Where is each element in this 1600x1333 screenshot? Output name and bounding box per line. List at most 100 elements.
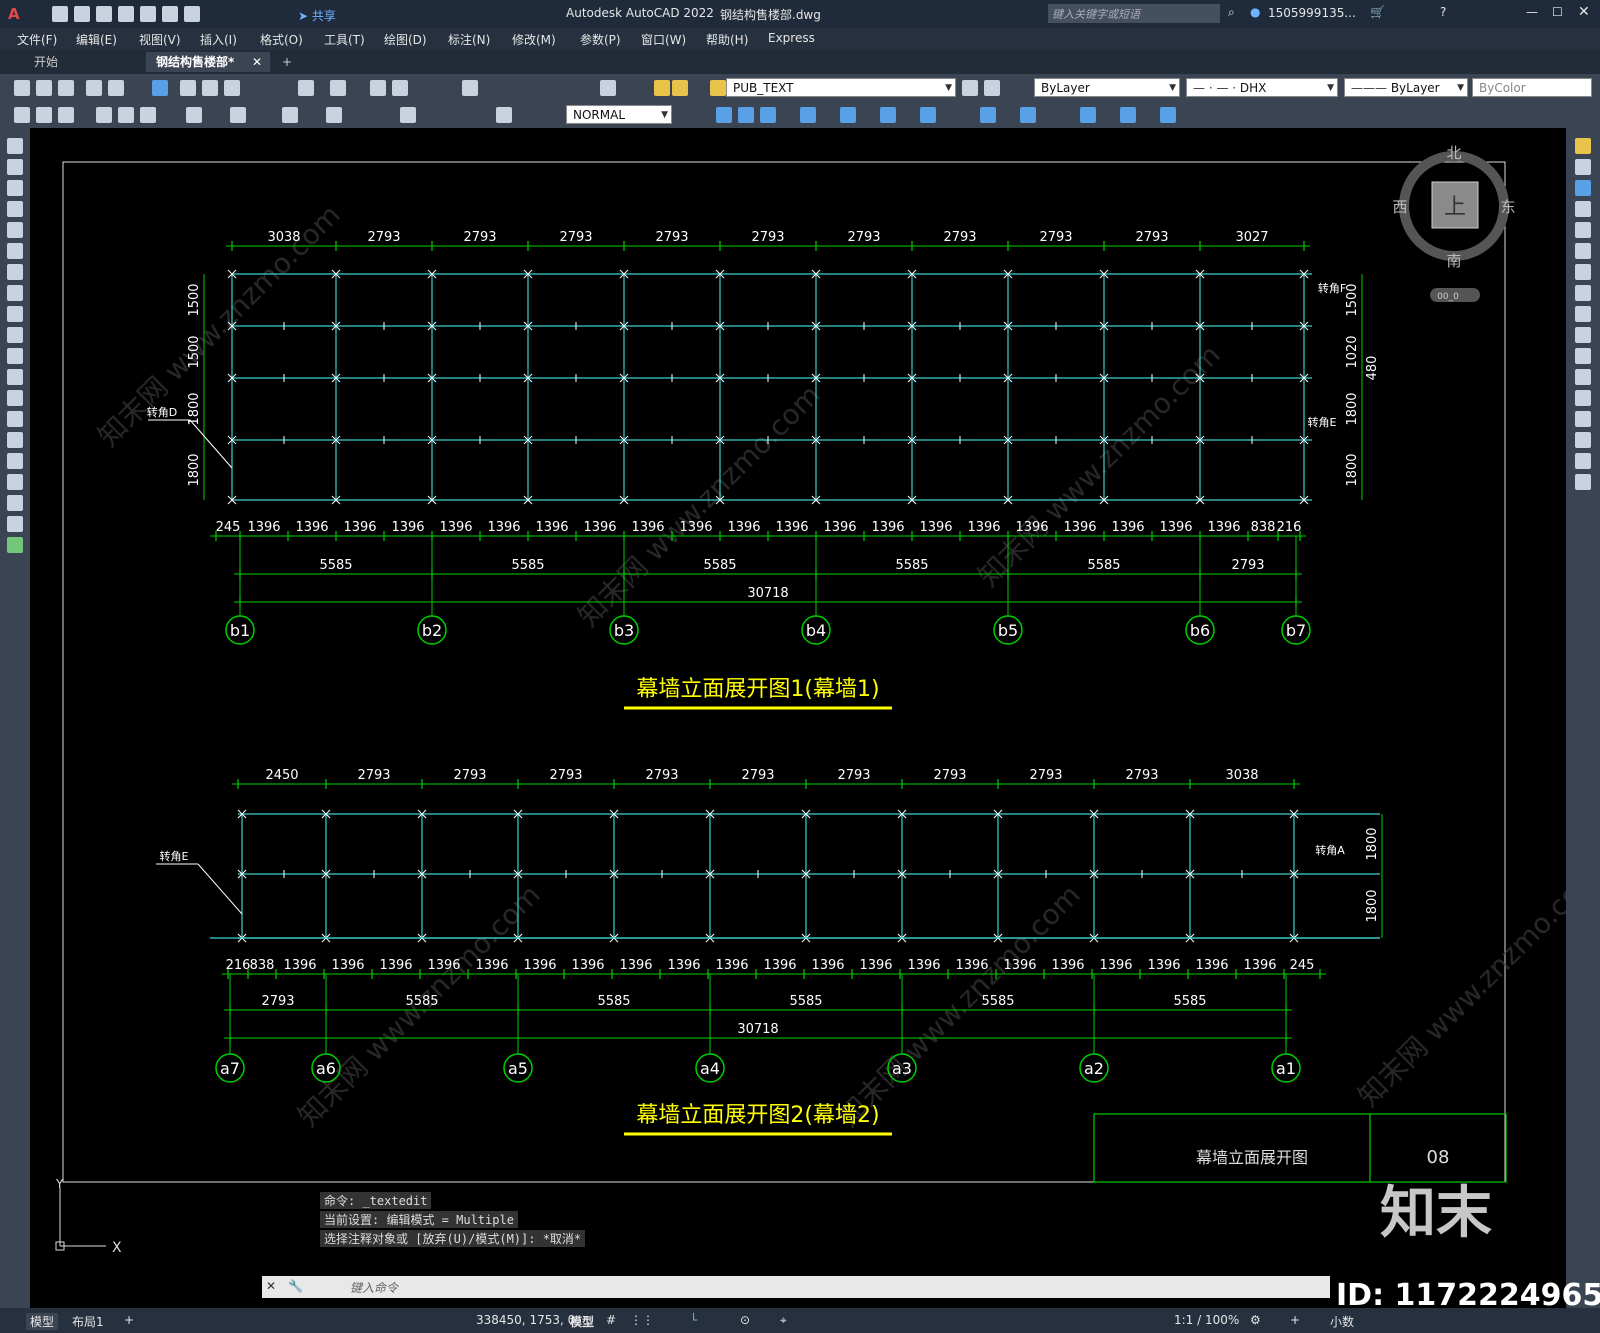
copy-object-icon[interactable] (1575, 159, 1591, 175)
plot-icon[interactable] (86, 80, 102, 96)
cut-icon[interactable] (180, 80, 196, 96)
menu-tools[interactable]: 工具(T) (324, 31, 365, 48)
preview-icon[interactable] (108, 80, 124, 96)
dim-center-icon[interactable] (230, 107, 246, 123)
make-block-icon[interactable] (7, 390, 23, 406)
osnap-icon[interactable]: ⌖ (780, 1313, 787, 1328)
break-icon[interactable] (1575, 369, 1591, 385)
viewcube-west[interactable]: 西 (1392, 198, 1407, 216)
help-toolbar-icon[interactable] (600, 80, 616, 96)
redo-toolbar-icon[interactable] (330, 80, 346, 96)
mtext-icon[interactable] (7, 516, 23, 532)
menu-parametric[interactable]: 参数(P) (580, 31, 621, 48)
close-icon[interactable]: ✕ (1578, 4, 1590, 20)
autocad-logo-icon[interactable]: A (8, 5, 20, 23)
tab-active-drawing[interactable]: 钢结构售楼部* ✕ (146, 52, 270, 72)
dim-baseline-icon[interactable] (282, 107, 298, 123)
dim-edit-icon[interactable] (496, 107, 512, 123)
spline-icon[interactable] (7, 306, 23, 322)
union-icon[interactable] (1020, 107, 1036, 123)
dim-continue-icon[interactable] (326, 107, 342, 123)
trim-icon[interactable] (1575, 327, 1591, 343)
units-display[interactable]: 小数 (1330, 1313, 1354, 1330)
extend-icon[interactable] (1575, 348, 1591, 364)
fillet-icon[interactable] (1575, 432, 1591, 448)
color-select[interactable]: ByLayer ▼ (1034, 78, 1180, 97)
redo-icon[interactable] (184, 6, 200, 22)
lineweight-select[interactable]: ——— ByLayer ▼ (1344, 78, 1468, 97)
dim-angular-icon[interactable] (186, 107, 202, 123)
ellipse-arc-icon[interactable] (7, 348, 23, 364)
construction-line-icon[interactable] (7, 159, 23, 175)
dim-arc-icon[interactable] (58, 107, 74, 123)
viewcube[interactable]: 上 北 南 东 西 00_0 (1392, 144, 1516, 302)
customize-icon[interactable]: 🔧 (288, 1279, 303, 1293)
circle-icon[interactable] (7, 264, 23, 280)
menu-dimension[interactable]: 标注(N) (448, 31, 490, 48)
point-icon[interactable] (7, 411, 23, 427)
join-icon[interactable] (1575, 390, 1591, 406)
blend-icon[interactable] (1575, 453, 1591, 469)
print-icon[interactable] (140, 6, 156, 22)
text-style-select[interactable]: PUB_TEXT ▼ (726, 78, 956, 97)
polyline-icon[interactable] (7, 180, 23, 196)
undo-icon[interactable] (162, 6, 178, 22)
menu-express[interactable]: Express (768, 31, 815, 45)
explode-icon[interactable] (1575, 474, 1591, 490)
maximize-icon[interactable]: ☐ (1552, 5, 1563, 19)
menu-draw[interactable]: 绘图(D) (384, 31, 427, 48)
save-icon[interactable] (96, 6, 112, 22)
publish-icon[interactable] (152, 80, 168, 96)
revision-cloud-icon[interactable] (7, 285, 23, 301)
copy-icon[interactable] (202, 80, 218, 96)
line-icon[interactable] (7, 138, 23, 154)
revolve-icon[interactable] (980, 107, 996, 123)
menu-file[interactable]: 文件(F) (17, 31, 57, 48)
layer-manager-icon[interactable] (962, 80, 978, 96)
3d-torus-icon[interactable] (880, 107, 896, 123)
array-icon[interactable] (1575, 222, 1591, 238)
insert-block-icon[interactable] (7, 369, 23, 385)
chamfer-icon[interactable] (1575, 411, 1591, 427)
new-tab-icon[interactable]: + (272, 52, 302, 72)
3d-box-icon[interactable] (716, 107, 732, 123)
offset-icon[interactable] (1575, 201, 1591, 217)
stretch-icon[interactable] (1575, 306, 1591, 322)
help-icon[interactable]: ? (1440, 5, 1446, 19)
dim-aligned-icon[interactable] (36, 107, 52, 123)
search-input[interactable]: 键入关键字或短语 (1048, 4, 1220, 23)
save-toolbar-icon[interactable] (58, 80, 74, 96)
gradient-icon[interactable] (7, 453, 23, 469)
plus-icon[interactable]: + (1290, 1313, 1300, 1327)
open-icon[interactable] (36, 80, 52, 96)
open-file-icon[interactable] (74, 6, 90, 22)
save-as-icon[interactable] (118, 6, 134, 22)
properties-icon[interactable] (462, 80, 478, 96)
layer-bulb-icon[interactable] (654, 80, 670, 96)
search-icon[interactable]: ⌕ (1228, 5, 1235, 20)
3d-wedge-icon[interactable] (738, 107, 754, 123)
ellipse-icon[interactable] (7, 327, 23, 343)
intersect-icon[interactable] (1120, 107, 1136, 123)
table-icon[interactable] (7, 495, 23, 511)
viewcube-north[interactable]: 北 (1446, 144, 1461, 162)
tab-model[interactable]: 模型 (26, 1313, 59, 1330)
extrude-icon[interactable] (920, 107, 936, 123)
scale-icon[interactable] (1575, 285, 1591, 301)
minimize-icon[interactable]: — (1526, 5, 1538, 19)
tab-layout1[interactable]: 布局1 (72, 1313, 104, 1330)
erase-icon[interactable] (1575, 138, 1591, 154)
model-space-toggle[interactable]: 模型 (570, 1313, 594, 1330)
undo-toolbar-icon[interactable] (298, 80, 314, 96)
menu-view[interactable]: 视图(V) (139, 31, 181, 48)
dim-style-select[interactable]: NORMAL ▼ (566, 105, 672, 124)
grid-icon[interactable]: # (606, 1313, 616, 1327)
new-file-icon[interactable] (52, 6, 68, 22)
3d-cylinder-icon[interactable] (840, 107, 856, 123)
user-name[interactable]: 1505999135... (1268, 6, 1356, 20)
add-layout-icon[interactable]: + (124, 1313, 134, 1327)
hatch-icon[interactable] (7, 432, 23, 448)
paste-icon[interactable] (224, 80, 240, 96)
cart-icon[interactable]: 🛒 (1370, 5, 1385, 19)
mirror-icon[interactable] (1575, 180, 1591, 196)
